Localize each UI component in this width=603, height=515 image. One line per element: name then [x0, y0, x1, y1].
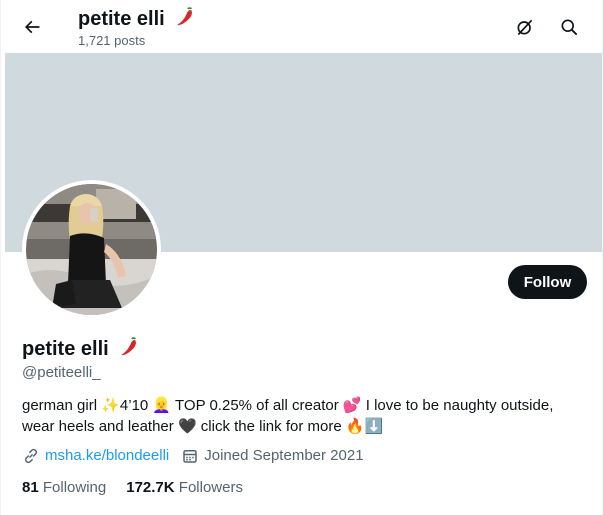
user-handle: @petiteelli_	[22, 364, 101, 381]
grok-icon	[517, 19, 533, 36]
display-name-text: petite elli	[22, 338, 109, 360]
follow-button[interactable]: Follow	[508, 265, 587, 299]
profile-stats: 81 Following 172.7K Followers	[22, 478, 263, 498]
bio-text: click the link for more	[196, 418, 346, 435]
followers-label: Followers	[178, 479, 243, 496]
hot-pepper-icon	[177, 7, 193, 26]
two-hearts-icon: 💕	[342, 396, 362, 414]
followers-link[interactable]: 172.7K Followers	[126, 478, 243, 498]
following-count: 81	[22, 479, 39, 496]
profile-link[interactable]: msha.ke/blondeelli	[45, 446, 169, 466]
following-link[interactable]: 81 Following	[22, 478, 106, 498]
avatar-photo	[26, 184, 157, 315]
display-name: petite elli	[22, 336, 140, 361]
top-bar: petite elli 1,721 posts	[1, 0, 602, 53]
grok-button[interactable]	[510, 12, 540, 42]
bio-text: german girl	[22, 397, 102, 414]
profile-meta: msha.ke/blondeelli Joined September 2021	[22, 446, 364, 466]
sparkles-icon: ✨	[101, 396, 120, 414]
avatar[interactable]	[22, 180, 161, 319]
hot-pepper-icon	[121, 337, 137, 356]
posts-count: 1,721 posts	[78, 33, 146, 48]
bio-text: TOP 0.25% of all creator	[171, 397, 343, 414]
arrow-left-icon	[24, 20, 40, 34]
bio-text: 4’10	[119, 397, 153, 414]
back-button[interactable]	[17, 12, 47, 42]
link-icon	[22, 447, 40, 465]
profile-bio: german girl ✨4’10 👱‍♀️ TOP 0.25% of all …	[22, 395, 587, 437]
profile-page: petite elli 1,721 posts Follow petite el…	[0, 0, 603, 515]
header-title: petite elli	[78, 6, 196, 31]
search-button[interactable]	[554, 12, 584, 42]
followers-count: 172.7K	[126, 479, 175, 496]
calendar-icon	[181, 447, 199, 465]
fire-icon: 🔥	[345, 417, 365, 435]
following-label: Following	[42, 479, 107, 496]
down-arrow-icon: ⬇️	[364, 417, 384, 435]
blonde-person-icon: 👱‍♀️	[152, 396, 172, 414]
black-heart-icon: 🖤	[177, 417, 197, 435]
header-title-text: petite elli	[78, 8, 165, 30]
joined-date: Joined September 2021	[204, 447, 364, 464]
search-icon	[561, 19, 577, 35]
